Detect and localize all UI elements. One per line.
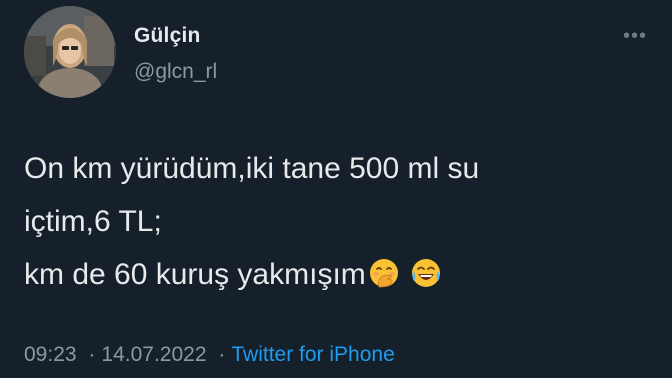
tweet-meta: 09:23 · 14.07.2022 · Twitter for iPhone (24, 343, 395, 367)
tweet-time[interactable]: 09:23 (24, 343, 77, 366)
tears-of-joy-emoji-icon (411, 259, 440, 287)
tweet-text-line: On km yürüdüm,iki tane 500 ml su (24, 152, 480, 185)
profile-photo-icon (24, 6, 116, 98)
tweet-text-line: içtim,6 TL; (24, 205, 162, 238)
author-display-name[interactable]: Gülçin (134, 24, 201, 48)
hand-over-mouth-emoji-icon (369, 259, 398, 288)
tweet-source-link[interactable]: Twitter for iPhone (231, 343, 394, 366)
meta-separator: · (218, 343, 226, 366)
tweet-text: On km yürüdüm,iki tane 500 ml su içtim,6… (24, 142, 654, 301)
tweet-date[interactable]: 14.07.2022 (101, 343, 206, 366)
avatar[interactable] (24, 6, 116, 98)
more-icon[interactable]: ••• (620, 26, 650, 46)
meta-separator: · (88, 343, 96, 366)
tweet-card: Gülçin @glcn_rl ••• On km yürüdüm,iki ta… (0, 0, 672, 378)
tweet-text-line-with-emoji: km de 60 kuruş yakmışım (24, 248, 654, 301)
author-handle[interactable]: @glcn_rl (134, 60, 217, 84)
tweet-text-line: km de 60 kuruş yakmışım (24, 258, 366, 291)
